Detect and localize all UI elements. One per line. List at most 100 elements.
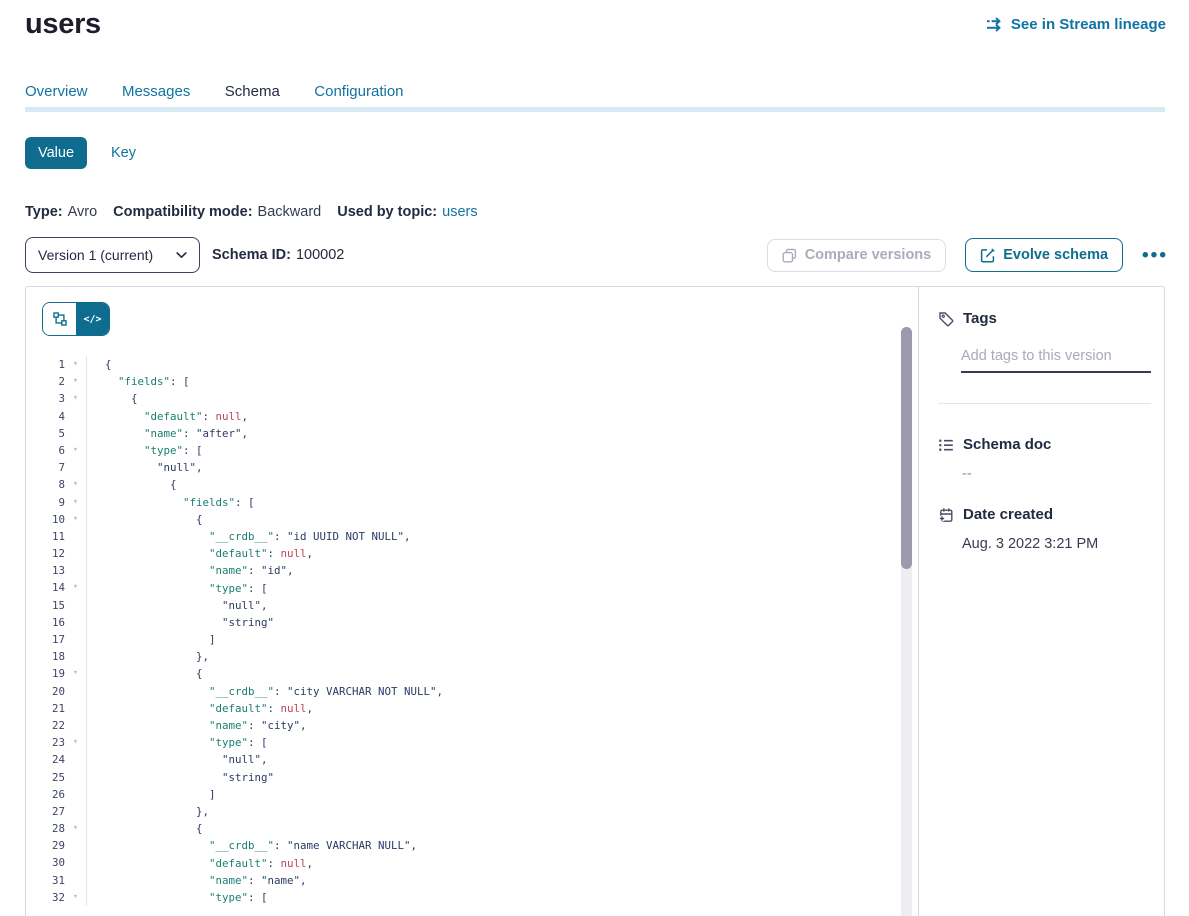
line-number: 8	[26, 476, 65, 493]
code-line: 31"name": "name",	[26, 872, 918, 889]
code-line: 10▾{	[26, 511, 918, 528]
line-number: 14	[26, 579, 65, 596]
line-number: 12	[26, 545, 65, 562]
fold-toggle-icon[interactable]: ▾	[65, 494, 86, 511]
fold-spacer	[65, 751, 86, 768]
code-text: },	[86, 648, 209, 665]
fold-spacer	[65, 528, 86, 545]
code-line: 26]	[26, 786, 918, 803]
topic-link[interactable]: users	[442, 204, 477, 220]
line-number: 31	[26, 872, 65, 889]
fold-toggle-icon[interactable]: ▾	[65, 889, 86, 906]
code-text: "null",	[86, 597, 268, 614]
type-value: Avro	[68, 204, 98, 220]
fold-spacer	[65, 837, 86, 854]
code-line: 3▾{	[26, 390, 918, 407]
code-line: 1▾{	[26, 356, 918, 373]
line-number: 13	[26, 562, 65, 579]
tab-messages[interactable]: Messages	[122, 83, 190, 100]
code-line: 14▾"type": [	[26, 579, 918, 596]
fold-spacer	[65, 545, 86, 562]
code-text: "fields": [	[86, 373, 190, 390]
tab-track	[25, 107, 1165, 112]
fold-toggle-icon[interactable]: ▾	[65, 442, 86, 459]
tab-schema[interactable]: Schema	[225, 83, 280, 100]
code-text: "default": null,	[86, 408, 248, 425]
compare-versions-button[interactable]: Compare versions	[767, 239, 947, 272]
version-select[interactable]: Version 1 (current)	[25, 237, 200, 273]
code-line: 27},	[26, 803, 918, 820]
fold-spacer	[65, 717, 86, 734]
fold-toggle-icon[interactable]: ▾	[65, 734, 86, 751]
meta-type: Type: Avro	[25, 204, 97, 220]
tab-configuration[interactable]: Configuration	[314, 83, 403, 100]
code-line: 21"default": null,	[26, 700, 918, 717]
code-line: 12"default": null,	[26, 545, 918, 562]
type-label: Type:	[25, 204, 63, 220]
code-line: 2▾"fields": [	[26, 373, 918, 390]
tab-bar: Overview Messages Schema Configuration	[25, 83, 1165, 104]
code-text: "type": [	[86, 889, 268, 906]
line-number: 29	[26, 837, 65, 854]
code-text: "__crdb__": "city VARCHAR NOT NULL",	[86, 683, 443, 700]
tab-overview[interactable]: Overview	[25, 83, 88, 100]
tree-view-button[interactable]	[43, 303, 76, 335]
schema-id: Schema ID:100002	[212, 247, 344, 263]
fold-toggle-icon[interactable]: ▾	[65, 373, 86, 390]
compatibility-value: Backward	[258, 204, 322, 220]
add-tags-input[interactable]	[961, 348, 1151, 373]
code-line: 6▾"type": [	[26, 442, 918, 459]
code-line: 29 "__crdb__": "name VARCHAR NULL",	[26, 837, 918, 854]
fold-spacer	[65, 786, 86, 803]
editor-scrollbar-track[interactable]	[901, 327, 912, 916]
code-text: {	[86, 356, 112, 373]
line-number: 25	[26, 769, 65, 786]
fold-toggle-icon[interactable]: ▾	[65, 820, 86, 837]
schema-meta-row: Type:Avro Compatibility mode:Backward Us…	[25, 204, 1189, 220]
evolve-schema-label: Evolve schema	[1003, 247, 1108, 263]
fold-toggle-icon[interactable]: ▾	[65, 665, 86, 682]
code-text: "string"	[86, 614, 274, 631]
code-text: "name": "id",	[86, 562, 294, 579]
code-text: "__crdb__": "name VARCHAR NULL",	[86, 837, 417, 854]
compare-versions-label: Compare versions	[805, 247, 932, 263]
chevron-down-icon	[176, 252, 187, 259]
stream-lineage-link[interactable]: See in Stream lineage	[986, 16, 1166, 33]
meta-compatibility: Compatibility mode:Backward	[113, 204, 321, 220]
schema-id-value: 100002	[296, 247, 344, 263]
more-actions-button[interactable]: •••	[1142, 246, 1168, 265]
editor-scrollbar-thumb[interactable]	[901, 327, 912, 569]
code-line: 8▾{	[26, 476, 918, 493]
code-view-button[interactable]: </>	[76, 303, 109, 335]
copy-icon	[782, 248, 797, 263]
code-brackets-icon: </>	[83, 314, 101, 325]
code-line: 18},	[26, 648, 918, 665]
code-line: 4"default": null,	[26, 408, 918, 425]
code-line: 5"name": "after",	[26, 425, 918, 442]
line-number: 7	[26, 459, 65, 476]
schema-editor: </> 1▾{2▾"fields": [3▾{4"default": null,…	[26, 287, 918, 916]
key-button[interactable]: Key	[111, 145, 136, 161]
code-line: 7 "null",	[26, 459, 918, 476]
line-number: 24	[26, 751, 65, 768]
code-text: "null",	[86, 751, 268, 768]
line-number: 18	[26, 648, 65, 665]
line-number: 9	[26, 494, 65, 511]
date-created-value: Aug. 3 2022 3:21 PM	[962, 536, 1148, 552]
line-number: 11	[26, 528, 65, 545]
code-text: "null",	[86, 459, 203, 476]
code-text: {	[86, 511, 203, 528]
code-text: "string"	[86, 769, 274, 786]
value-button[interactable]: Value	[25, 137, 87, 169]
code-line: 32▾"type": [	[26, 889, 918, 906]
fold-toggle-icon[interactable]: ▾	[65, 511, 86, 528]
fold-spacer	[65, 459, 86, 476]
line-number: 28	[26, 820, 65, 837]
fold-toggle-icon[interactable]: ▾	[65, 476, 86, 493]
code-text: "type": [	[86, 442, 203, 459]
code-text: "__crdb__": "id UUID NOT NULL",	[86, 528, 411, 545]
evolve-schema-button[interactable]: Evolve schema	[965, 238, 1123, 272]
fold-toggle-icon[interactable]: ▾	[65, 579, 86, 596]
fold-toggle-icon[interactable]: ▾	[65, 390, 86, 407]
fold-toggle-icon[interactable]: ▾	[65, 356, 86, 373]
